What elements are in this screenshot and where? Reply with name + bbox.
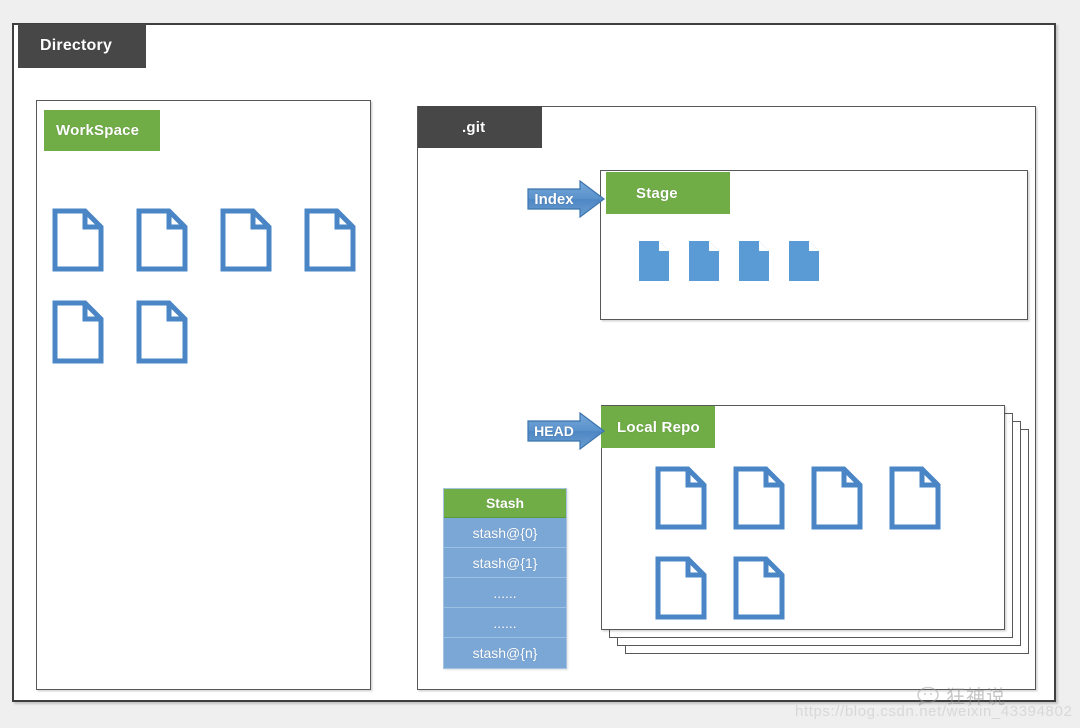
local-repo-document-grid: [655, 466, 967, 646]
stash-row[interactable]: ......: [444, 578, 566, 608]
stage-tab: Stage: [606, 172, 730, 214]
stash-table: Stash stash@{0} stash@{1} ...... ...... …: [443, 488, 567, 669]
stash-row[interactable]: stash@{n}: [444, 638, 566, 668]
stash-row[interactable]: stash@{0}: [444, 518, 566, 548]
stash-table-header: Stash: [444, 489, 566, 518]
directory-tab-label: Directory: [40, 37, 113, 54]
head-arrow: HEAD: [526, 412, 606, 450]
document-outline-icon: [733, 466, 785, 530]
watermark-url: https://blog.csdn.net/weixin_43394802: [795, 703, 1073, 720]
right-arrow-icon: [527, 412, 605, 450]
diagram-canvas: Directory WorkSpace .git Stage Local Rep…: [0, 0, 1080, 728]
local-repo-tab-label: Local Repo: [617, 418, 700, 436]
document-filled-icon: [689, 241, 719, 281]
local-repo-tab: Local Repo: [601, 406, 715, 448]
right-arrow-icon: [527, 180, 605, 218]
document-outline-icon: [811, 466, 863, 530]
document-filled-icon: [639, 241, 669, 281]
stage-tab-label: Stage: [636, 184, 678, 202]
stash-row-label: stash@{n}: [472, 645, 538, 661]
workspace-tab-label: WorkSpace: [56, 122, 140, 139]
document-outline-icon: [304, 208, 356, 272]
workspace-document-grid: [52, 208, 388, 392]
document-outline-icon: [52, 300, 104, 364]
stash-header-label: Stash: [485, 495, 525, 511]
git-tab: .git: [418, 106, 542, 148]
stash-row[interactable]: ......: [444, 608, 566, 638]
document-filled-icon: [739, 241, 769, 281]
stash-row[interactable]: stash@{1}: [444, 548, 566, 578]
document-outline-icon: [136, 208, 188, 272]
document-outline-icon: [889, 466, 941, 530]
document-outline-icon: [52, 208, 104, 272]
document-outline-icon: [655, 466, 707, 530]
workspace-panel: [36, 100, 371, 690]
document-filled-icon: [789, 241, 819, 281]
stash-row-label: ......: [493, 584, 517, 601]
document-outline-icon: [136, 300, 188, 364]
index-arrow: Index: [526, 180, 606, 218]
workspace-tab: WorkSpace: [44, 110, 160, 151]
stash-row-label: stash@{1}: [472, 554, 538, 571]
stage-document-row: [638, 240, 820, 282]
document-outline-icon: [655, 556, 707, 620]
document-outline-icon: [220, 208, 272, 272]
document-outline-icon: [733, 556, 785, 620]
directory-tab: Directory: [18, 24, 146, 68]
stash-row-label: ......: [493, 614, 517, 631]
git-tab-label: .git: [462, 118, 486, 136]
stash-row-label: stash@{0}: [472, 524, 538, 541]
